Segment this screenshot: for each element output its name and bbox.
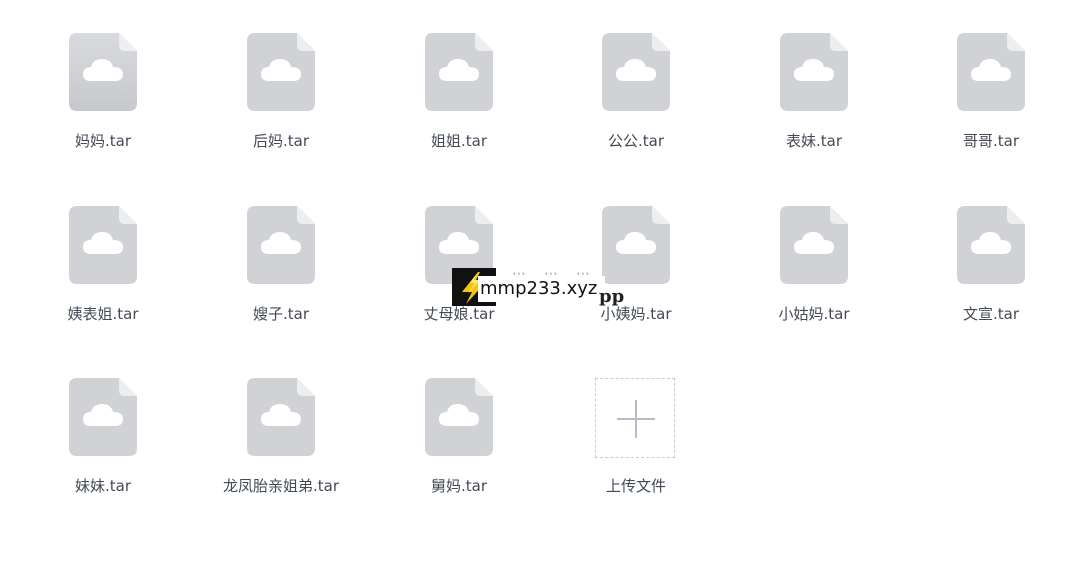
file-name: 姐姐.tar — [430, 132, 487, 150]
file-name: 小姑妈.tar — [778, 305, 850, 323]
cloud-file-icon — [957, 206, 1025, 284]
file-item[interactable]: 姨表姐.tar — [28, 206, 178, 356]
upload-label: 上传文件 — [605, 477, 666, 495]
file-name: 表妹.tar — [785, 132, 842, 150]
file-name: 后妈.tar — [252, 132, 309, 150]
file-name: 嫂子.tar — [252, 305, 309, 323]
plus-icon — [617, 400, 655, 438]
cloud-file-icon — [425, 33, 493, 111]
file-name: 龙凤胎亲姐弟.tar — [222, 477, 339, 495]
watermark-text: mmp233.xyz — [478, 276, 606, 302]
file-item[interactable]: 妈妈.tar — [28, 33, 178, 183]
cloud-file-icon — [247, 206, 315, 284]
watermark: ⋯⋯⋯ mmp233.xyz pp — [452, 266, 628, 310]
file-name: 姨表姐.tar — [67, 305, 139, 323]
watermark-suffix: pp — [599, 286, 625, 307]
file-item[interactable]: 嫂子.tar — [206, 206, 356, 356]
file-item[interactable]: 姐姐.tar — [384, 33, 534, 183]
file-name: 公公.tar — [607, 132, 664, 150]
cloud-file-icon — [425, 378, 493, 456]
upload-file-button[interactable]: 上传文件 — [561, 378, 711, 528]
file-item[interactable]: 公公.tar — [561, 33, 711, 183]
file-item[interactable]: 妹妹.tar — [28, 378, 178, 528]
file-name: 妈妈.tar — [74, 132, 131, 150]
file-name: 舅妈.tar — [430, 477, 487, 495]
cloud-file-icon — [69, 378, 137, 456]
file-name: 妹妹.tar — [74, 477, 131, 495]
cloud-file-icon — [957, 33, 1025, 111]
file-item[interactable]: 文宣.tar — [916, 206, 1066, 356]
file-name: 哥哥.tar — [962, 132, 1019, 150]
cloud-file-icon — [780, 206, 848, 284]
file-item[interactable]: 龙凤胎亲姐弟.tar — [206, 378, 356, 528]
file-item[interactable]: 小姑妈.tar — [739, 206, 889, 356]
cloud-file-icon — [69, 206, 137, 284]
cloud-file-icon — [602, 33, 670, 111]
file-item[interactable]: 哥哥.tar — [916, 33, 1066, 183]
cloud-file-icon — [69, 33, 137, 111]
file-item[interactable]: 表妹.tar — [739, 33, 889, 183]
cloud-file-icon — [247, 33, 315, 111]
file-item[interactable]: 后妈.tar — [206, 33, 356, 183]
cloud-file-icon — [780, 33, 848, 111]
upload-dropzone[interactable] — [595, 378, 675, 458]
file-item[interactable]: 舅妈.tar — [384, 378, 534, 528]
cloud-file-icon — [247, 378, 315, 456]
file-name: 文宣.tar — [962, 305, 1019, 323]
